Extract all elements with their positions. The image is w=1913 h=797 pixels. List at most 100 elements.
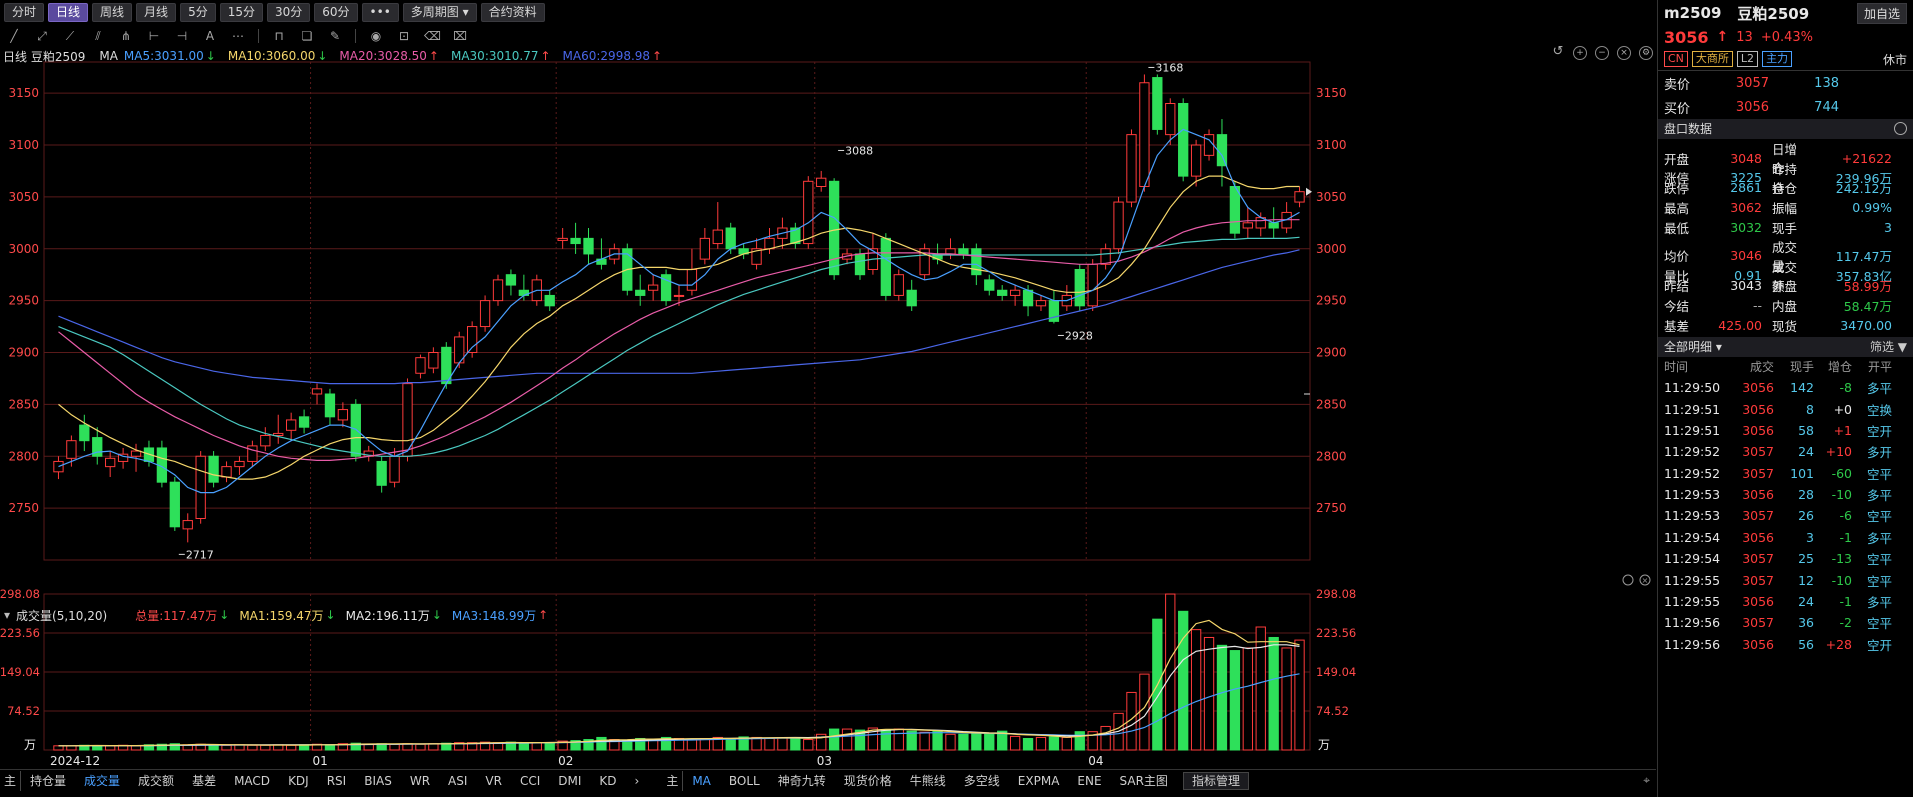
ticks-column-header: 现手 bbox=[1789, 360, 1814, 375]
ticks-section-title[interactable]: 全部明细 ▾ bbox=[1664, 340, 1722, 354]
volume-tick-label-left: 298.08 bbox=[0, 587, 40, 601]
candle-up bbox=[1126, 134, 1137, 203]
contract-tag: CN bbox=[1664, 51, 1688, 67]
indicator-tab[interactable]: WR bbox=[401, 771, 439, 791]
quote-value: 58.99万 bbox=[1843, 279, 1892, 295]
indicator-tab[interactable]: KD bbox=[590, 771, 625, 791]
volume-tick-label-right: 223.56 bbox=[1316, 626, 1356, 640]
ma5-line bbox=[58, 128, 1300, 494]
quote-label: 现手 bbox=[1772, 220, 1798, 236]
tick-row: 11:29:53 3057 26 -6 空平 bbox=[1658, 505, 1913, 526]
overlay-tab[interactable]: 现货价格 bbox=[835, 771, 901, 791]
indicator-tab[interactable]: 持仓量 bbox=[21, 771, 75, 791]
overlay-tab[interactable]: ENE bbox=[1068, 771, 1110, 791]
overlay-tab[interactable]: 主 bbox=[662, 770, 684, 791]
volume-bar-up bbox=[1009, 735, 1021, 751]
candle-up bbox=[221, 466, 232, 478]
contract-tag: 主力 bbox=[1762, 51, 1793, 67]
tick-price: 3056 bbox=[1742, 487, 1774, 503]
indicator-tab[interactable]: VR bbox=[476, 771, 511, 791]
tick-row: 11:29:52 3057 101 -60 空平 bbox=[1658, 463, 1913, 484]
location-icon[interactable]: ⌖ bbox=[1643, 773, 1650, 788]
tick-volume: 12 bbox=[1798, 572, 1814, 588]
indicator-tab[interactable]: CCI bbox=[511, 771, 549, 791]
indicator-tab[interactable]: 成交量 bbox=[75, 771, 129, 791]
overlay-tab[interactable]: 多空线 bbox=[955, 771, 1009, 791]
tick-oi-change: -13 bbox=[1831, 551, 1852, 567]
candle-down bbox=[79, 424, 90, 442]
overlay-tab[interactable]: BOLL bbox=[720, 771, 769, 791]
candle-down bbox=[880, 237, 891, 296]
volume-bar-up bbox=[1242, 647, 1253, 751]
quote-settings-icon[interactable] bbox=[1894, 122, 1907, 135]
ask-price: 3057 bbox=[1735, 75, 1769, 91]
volume-bar-up bbox=[428, 743, 439, 751]
volume-bar-down bbox=[971, 732, 982, 751]
candle-up bbox=[105, 457, 116, 468]
filter-button[interactable]: 筛选 ▼ bbox=[1870, 337, 1907, 357]
tick-time: 11:29:55 bbox=[1664, 594, 1721, 610]
overlay-tab[interactable]: MA bbox=[683, 771, 720, 791]
candle-up bbox=[1139, 82, 1150, 187]
price-tick-label-right: 2900 bbox=[1316, 346, 1347, 360]
volume-bar-up bbox=[286, 744, 297, 751]
tick-type: 多平 bbox=[1866, 530, 1892, 546]
overlay-tab[interactable]: SAR主图 bbox=[1111, 771, 1177, 791]
overlay-tab[interactable]: 神奇九转 bbox=[769, 771, 835, 791]
volume-settings-icon bbox=[1622, 574, 1634, 586]
candle-up bbox=[195, 455, 206, 519]
tick-time: 11:29:52 bbox=[1664, 465, 1721, 481]
price-tick-label-right: 2800 bbox=[1316, 449, 1347, 463]
candle-up bbox=[1190, 144, 1202, 177]
tick-price: 3057 bbox=[1742, 615, 1774, 631]
indicator-tab[interactable]: BIAS bbox=[355, 771, 401, 791]
candle-down bbox=[1074, 269, 1085, 307]
last-price-marker bbox=[1306, 187, 1312, 196]
indicator-tab[interactable]: 基差 bbox=[183, 771, 225, 791]
quote-value: 3043 bbox=[1730, 278, 1762, 294]
volume-bar-up bbox=[1035, 736, 1047, 751]
quote-value: 3046 bbox=[1730, 248, 1762, 264]
filter-icon: ▼ bbox=[1893, 339, 1907, 354]
tick-price: 3057 bbox=[1742, 551, 1774, 567]
volume-bar-up bbox=[260, 744, 271, 751]
quote-row: 开盘 3048 日增仓 +21622 bbox=[1664, 139, 1907, 176]
indicator-tab[interactable]: DMI bbox=[549, 771, 590, 791]
tick-time: 11:29:53 bbox=[1664, 487, 1721, 503]
candle-up bbox=[130, 450, 142, 457]
quote-value: -- bbox=[1752, 298, 1762, 314]
kline-chart[interactable]: 2750 2750 2800 2800 2850 2850 2900 2900 2950 2950… bbox=[0, 0, 1656, 770]
candle-up bbox=[686, 269, 698, 291]
indicator-tab[interactable]: 主 bbox=[0, 770, 22, 791]
indicator-manage-button[interactable]: 指标管理 bbox=[1182, 771, 1249, 790]
volume-bar-down bbox=[932, 730, 943, 751]
quote-value: 58.47万 bbox=[1843, 299, 1892, 315]
volume-collapse-icon[interactable]: ▾ bbox=[4, 608, 10, 622]
volume-bar-down bbox=[544, 742, 555, 751]
tick-time: 11:29:56 bbox=[1664, 636, 1721, 652]
volume-bar-down bbox=[1178, 610, 1189, 751]
x-axis-label: 2024-12 bbox=[50, 754, 100, 768]
candle-up bbox=[428, 352, 439, 369]
tick-type: 空平 bbox=[1866, 552, 1892, 568]
volume-tick-label-right: 74.52 bbox=[1316, 704, 1349, 718]
candle-up bbox=[1294, 191, 1305, 203]
volume-bar-down bbox=[208, 744, 219, 751]
indicator-tab[interactable]: › bbox=[626, 771, 649, 791]
tick-type: 多开 bbox=[1866, 445, 1892, 461]
quote-row: 昨结 3043 外盘 58.99万 bbox=[1664, 276, 1907, 296]
overlay-tab[interactable]: 牛熊线 bbox=[901, 771, 955, 791]
indicator-tab[interactable]: MACD bbox=[225, 771, 279, 791]
quote-row: 最低 3032 现手 3 bbox=[1664, 217, 1907, 237]
tick-price: 3056 bbox=[1742, 636, 1774, 652]
add-watchlist-button[interactable]: 加自选 bbox=[1856, 2, 1907, 24]
quote-row: 基差 425.00 现货 3470.00 bbox=[1664, 315, 1907, 335]
indicator-tab[interactable]: KDJ bbox=[279, 771, 318, 791]
arrow-up-icon: ↑ bbox=[538, 608, 549, 622]
indicator-tab[interactable]: RSI bbox=[318, 771, 356, 791]
tick-oi-change: -8 bbox=[1839, 380, 1852, 396]
indicator-tab[interactable]: ASI bbox=[439, 771, 476, 791]
overlay-tab[interactable]: EXPMA bbox=[1009, 771, 1069, 791]
candle-up bbox=[647, 284, 659, 291]
indicator-tab[interactable]: 成交额 bbox=[129, 771, 183, 791]
